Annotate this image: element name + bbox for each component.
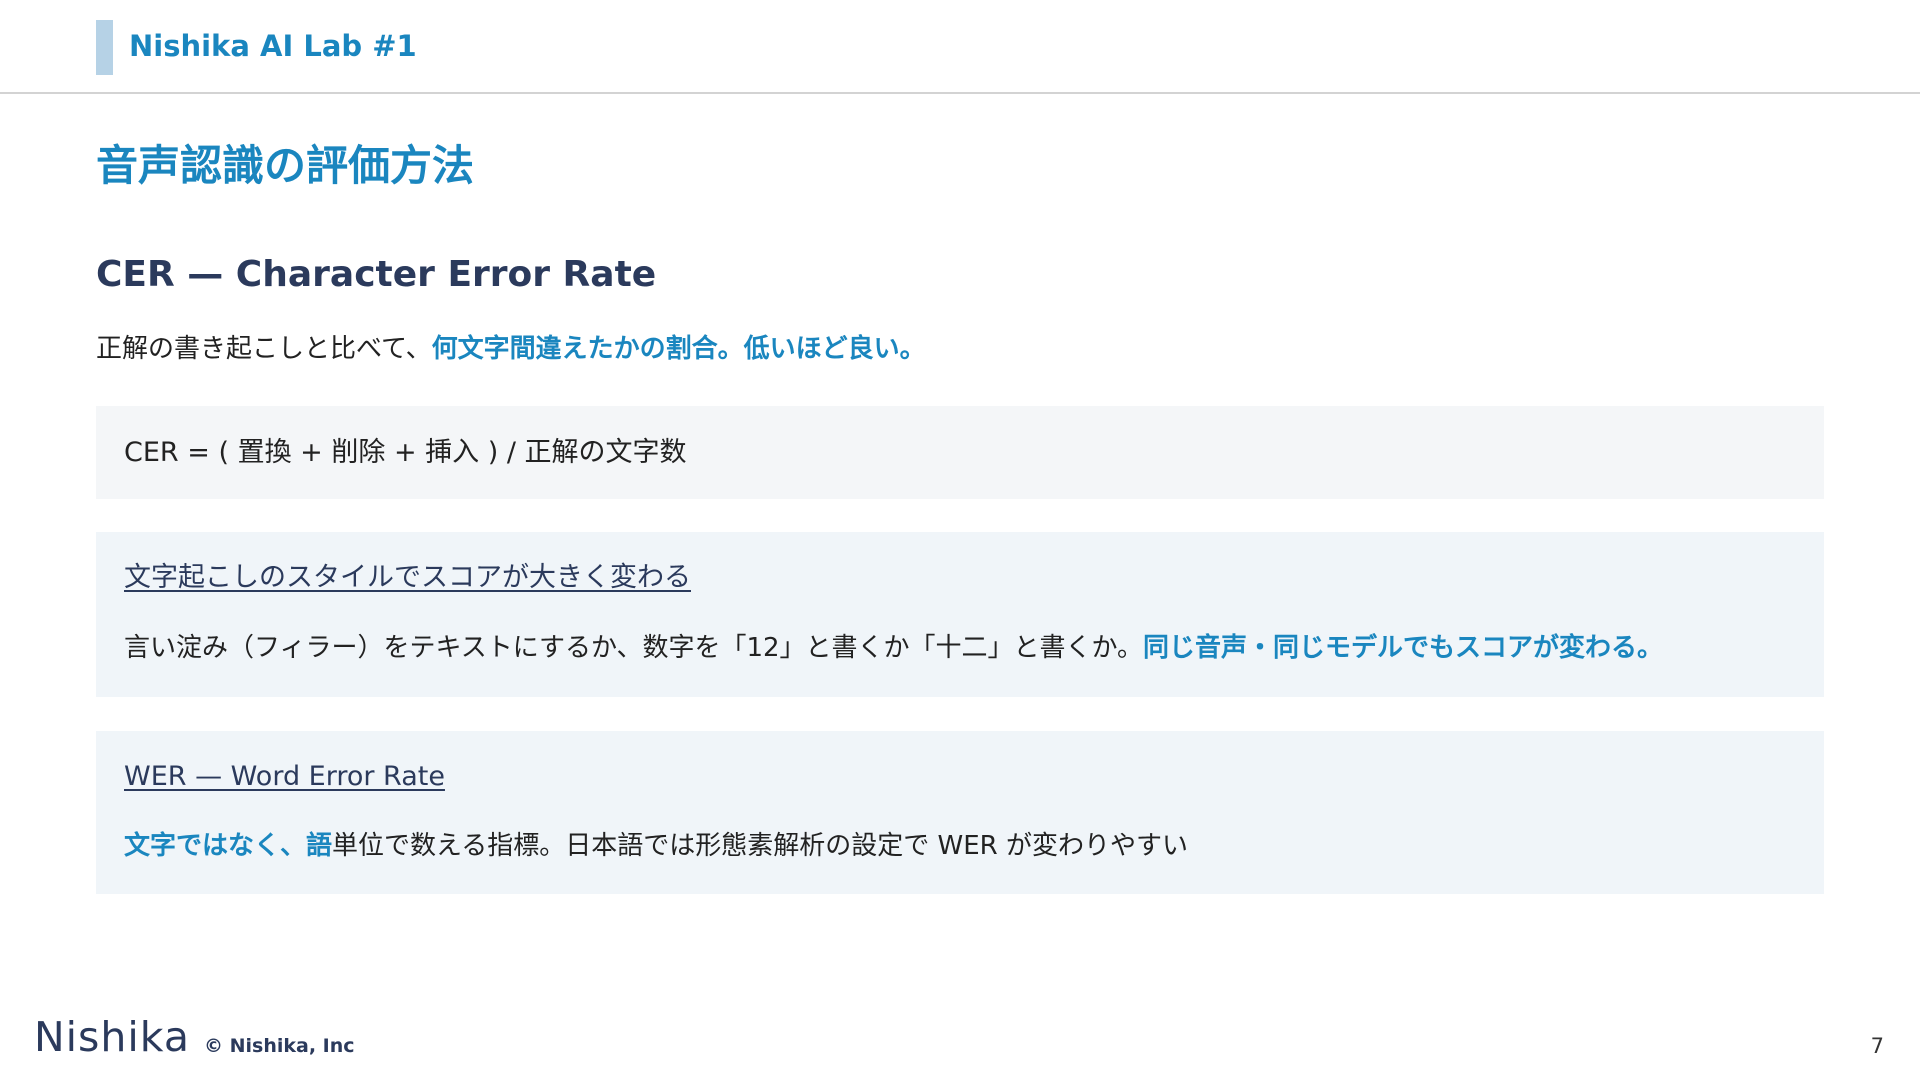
note-body-highlight: 文字ではなく、語: [124, 831, 333, 861]
note-body-plain: 言い淀み（フィラー）をテキストにするか、数字を「12」と書くか「十二」と書くか。: [124, 633, 1144, 663]
section-title: CER — Character Error Rate: [96, 254, 657, 295]
cer-formula: CER = ( 置換 + 削除 + 挿入 ) / 正解の文字数: [124, 437, 687, 468]
note-title-style[interactable]: 文字起こしのスタイルでスコアが大きく変わる: [124, 560, 691, 596]
nishika-logo: Nishika: [34, 1013, 190, 1061]
page-number: 7: [1870, 1034, 1884, 1058]
note-body-wer: 文字ではなく、語単位で数える指標。日本語では形態素解析の設定で WER が変わり…: [124, 829, 1188, 863]
note-body-plain: 単位で数える指標。日本語では形態素解析の設定で WER が変わりやすい: [332, 831, 1188, 861]
header-title: Nishika AI Lab #1: [129, 29, 417, 63]
note-box-wer: WER — Word Error Rate 文字ではなく、語単位で数える指標。日…: [96, 731, 1824, 894]
intro-highlight: 何文字間違えたかの割合。低いほど良い。: [431, 334, 926, 364]
header-accent-bar: [96, 20, 113, 75]
note-body-style: 言い淀み（フィラー）をテキストにするか、数字を「12」と書くか「十二」と書くか。…: [124, 631, 1663, 665]
note-box-style: 文字起こしのスタイルでスコアが大きく変わる 言い淀み（フィラー）をテキストにする…: [96, 532, 1824, 697]
intro-plain: 正解の書き起こしと比べて、: [96, 334, 432, 364]
note-body-highlight: 同じ音声・同じモデルでもスコアが変わる。: [1143, 633, 1664, 663]
page-title: 音声認識の評価方法: [96, 141, 475, 190]
formula-box: CER = ( 置換 + 削除 + 挿入 ) / 正解の文字数: [96, 406, 1824, 499]
note-title-wer[interactable]: WER — Word Error Rate: [124, 759, 445, 795]
footer-copyright: © Nishika, Inc: [204, 1035, 355, 1057]
intro-text: 正解の書き起こしと比べて、何文字間違えたかの割合。低いほど良い。: [96, 332, 926, 366]
slide-header: Nishika AI Lab #1: [0, 0, 1920, 94]
